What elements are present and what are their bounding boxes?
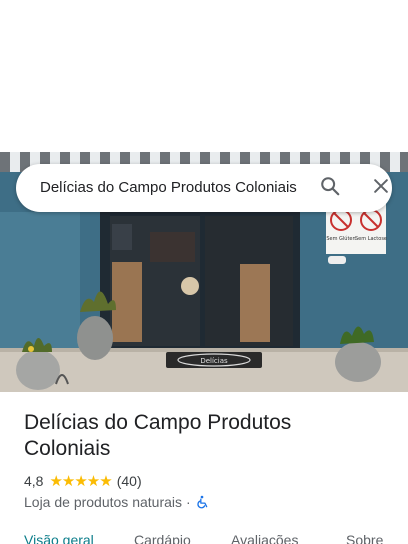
clear-search-button[interactable] bbox=[369, 176, 393, 200]
category-row: Loja de produtos naturais · bbox=[24, 493, 209, 511]
tab-cardapio[interactable]: Cardápio bbox=[134, 532, 191, 544]
search-icon bbox=[319, 175, 341, 202]
search-bar[interactable]: Delícias do Campo Produtos Coloniais bbox=[16, 164, 392, 212]
maps-place-view: Delícias Sem Glúten Sem Lactose Delícias… bbox=[0, 0, 408, 544]
search-input[interactable]: Delícias do Campo Produtos Coloniais bbox=[40, 179, 304, 196]
close-icon bbox=[371, 176, 391, 201]
wheelchair-icon bbox=[195, 495, 209, 509]
separator: · bbox=[186, 494, 191, 510]
rating-stars: ★★★★★ bbox=[49, 473, 112, 490]
rating-row[interactable]: 4,8 ★★★★★ (40) bbox=[24, 472, 142, 490]
tab-sobre[interactable]: Sobre bbox=[346, 532, 383, 544]
doormat-label: Delícias bbox=[200, 357, 228, 365]
place-tabs: Visão geral Cardápio Avaliações Sobre bbox=[0, 530, 408, 544]
sign-sem-lactose: Sem Lactose bbox=[355, 236, 387, 242]
place-title: Delícias do Campo Produtos Coloniais bbox=[24, 411, 292, 460]
review-count[interactable]: (40) bbox=[117, 473, 142, 489]
tab-visao-geral[interactable]: Visão geral bbox=[24, 532, 94, 544]
place-category: Loja de produtos naturais bbox=[24, 494, 182, 510]
sign-sem-gluten: Sem Glúten bbox=[326, 235, 355, 242]
search-button[interactable] bbox=[318, 176, 342, 200]
rating-value: 4,8 bbox=[24, 473, 44, 489]
tab-avaliacoes[interactable]: Avaliações bbox=[231, 532, 298, 544]
